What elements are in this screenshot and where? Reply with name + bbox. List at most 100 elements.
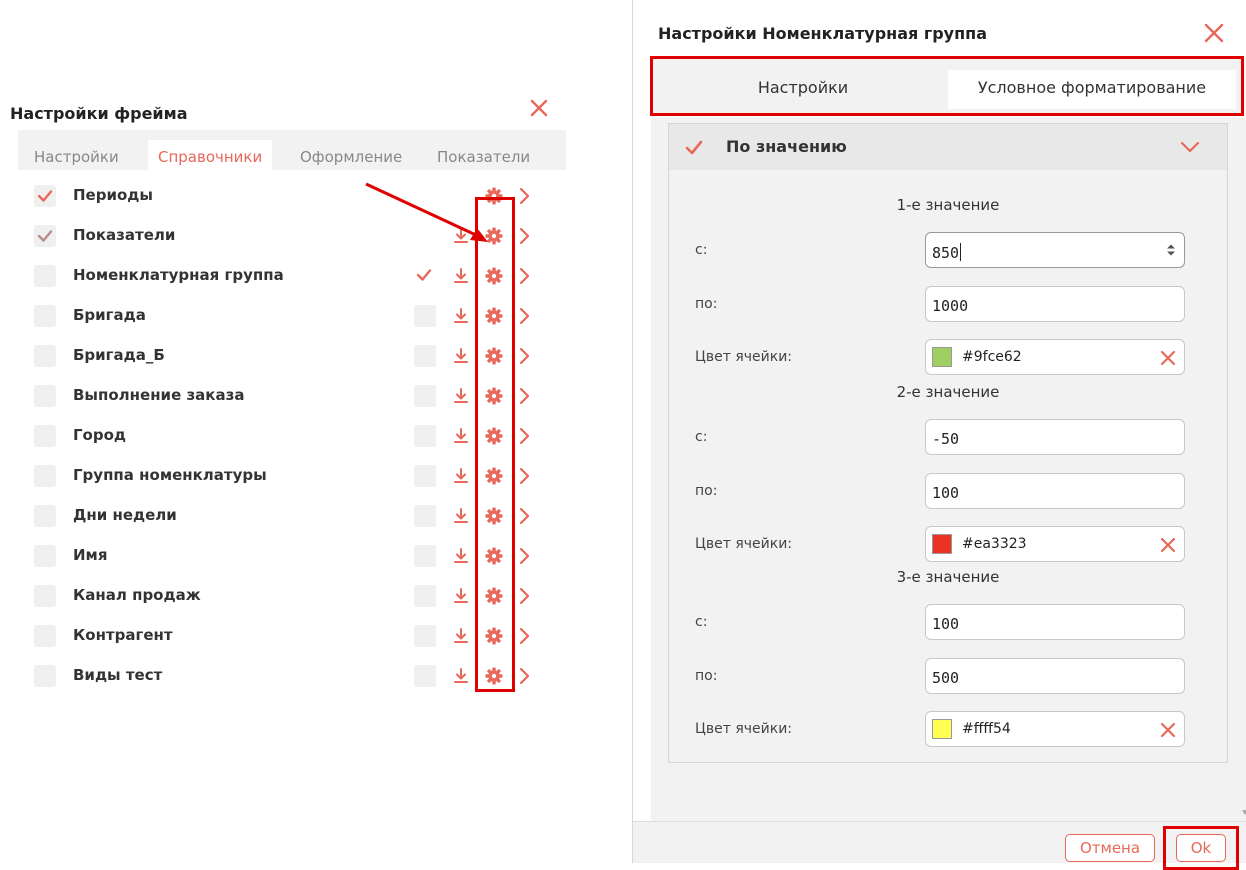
chevron-right-icon[interactable]: [514, 506, 534, 526]
tab-settings[interactable]: Настройки: [658, 70, 948, 109]
chevron-right-icon[interactable]: [514, 306, 534, 326]
list-item-label: Город: [73, 426, 127, 444]
secondary-checkbox[interactable]: [414, 465, 436, 487]
color-label: Цвет ячейки:: [695, 536, 793, 552]
list-item-label: Виды тест: [73, 666, 163, 684]
secondary-checkbox[interactable]: [414, 425, 436, 447]
color-swatch[interactable]: [932, 347, 952, 367]
secondary-checkbox[interactable]: [414, 625, 436, 647]
color-value: #ffff54: [962, 721, 1011, 737]
color-swatch[interactable]: [932, 719, 952, 739]
tab-settings[interactable]: Настройки: [24, 140, 129, 170]
row-checkbox[interactable]: [34, 305, 56, 327]
chevron-right-icon[interactable]: [514, 666, 534, 686]
to-value-input[interactable]: 500: [925, 658, 1185, 694]
secondary-checkbox[interactable]: [414, 265, 436, 287]
from-value-input[interactable]: -50: [925, 419, 1185, 455]
list-item-label: Имя: [73, 546, 108, 564]
tab-indicators[interactable]: Показатели: [427, 140, 540, 170]
panel-header[interactable]: По значению: [669, 124, 1227, 170]
spinner-icon[interactable]: [1164, 242, 1178, 258]
text-caret: [960, 243, 962, 261]
from-value-input[interactable]: 850: [925, 232, 1185, 268]
tab-directories[interactable]: Справочники: [148, 140, 273, 170]
to-label: по:: [695, 483, 718, 499]
row-checkbox[interactable]: [34, 425, 56, 447]
chevron-right-icon[interactable]: [514, 546, 534, 566]
chevron-right-icon[interactable]: [514, 266, 534, 286]
chevron-right-icon[interactable]: [514, 346, 534, 366]
to-value-input[interactable]: 1000: [925, 286, 1185, 322]
secondary-checkbox[interactable]: [414, 505, 436, 527]
row-checkbox[interactable]: [34, 265, 56, 287]
row-checkbox[interactable]: [34, 345, 56, 367]
from-value-input[interactable]: 100: [925, 604, 1185, 640]
secondary-checkbox[interactable]: [414, 665, 436, 687]
secondary-checkbox[interactable]: [414, 585, 436, 607]
from-label: с:: [695, 614, 708, 630]
check-icon[interactable]: [684, 138, 704, 158]
download-icon[interactable]: [451, 666, 471, 686]
secondary-checkbox[interactable]: [414, 305, 436, 327]
clear-icon[interactable]: [1160, 350, 1176, 366]
chevron-right-icon[interactable]: [514, 626, 534, 646]
scroll-down-arrow-icon[interactable]: [1242, 810, 1246, 815]
row-checkbox[interactable]: [34, 185, 56, 207]
chevron-right-icon[interactable]: [514, 586, 534, 606]
download-icon[interactable]: [451, 546, 471, 566]
row-checkbox[interactable]: [34, 225, 56, 247]
tab-conditional-formatting[interactable]: Условное форматирование: [948, 70, 1236, 109]
from-label: с:: [695, 242, 708, 258]
download-icon[interactable]: [451, 626, 471, 646]
color-swatch[interactable]: [932, 534, 952, 554]
row-checkbox[interactable]: [34, 665, 56, 687]
tab-design[interactable]: Оформление: [290, 140, 412, 170]
close-icon[interactable]: [527, 96, 551, 120]
download-icon[interactable]: [451, 266, 471, 286]
download-icon[interactable]: [451, 386, 471, 406]
chevron-down-icon[interactable]: [1179, 138, 1201, 156]
cell-color-field[interactable]: #ea3323: [925, 526, 1185, 562]
list-item-label: Бригада: [73, 306, 146, 324]
clear-icon[interactable]: [1160, 722, 1176, 738]
tab-bar: Настройки Условное форматирование: [650, 56, 1244, 116]
row-checkbox[interactable]: [34, 385, 56, 407]
close-icon[interactable]: [1201, 20, 1227, 46]
row-checkbox[interactable]: [34, 585, 56, 607]
secondary-checkbox[interactable]: [414, 545, 436, 567]
download-icon[interactable]: [451, 426, 471, 446]
row-checkbox[interactable]: [34, 625, 56, 647]
list-item-label: Выполнение заказа: [73, 386, 245, 404]
row-checkbox[interactable]: [34, 505, 56, 527]
ok-button-highlight: [1163, 826, 1239, 870]
download-icon[interactable]: [451, 306, 471, 326]
chevron-right-icon[interactable]: [514, 186, 534, 206]
row-checkbox[interactable]: [34, 545, 56, 567]
to-value-input[interactable]: 100: [925, 473, 1185, 509]
cell-color-field[interactable]: #9fce62: [925, 339, 1185, 375]
chevron-right-icon[interactable]: [514, 226, 534, 246]
list-item-label: Группа номенклатуры: [73, 466, 267, 484]
clear-icon[interactable]: [1160, 537, 1176, 553]
download-icon[interactable]: [451, 466, 471, 486]
cancel-button[interactable]: Отмена: [1065, 834, 1155, 862]
download-icon[interactable]: [451, 586, 471, 606]
group-title: 1-е значение: [896, 196, 1000, 214]
chevron-right-icon[interactable]: [514, 466, 534, 486]
list-item-label: Номенклатурная группа: [73, 266, 284, 284]
annotation-arrow: [365, 182, 488, 242]
nomenclature-group-settings-dialog: Настройки Номенклатурная группа Настройк…: [632, 0, 1246, 870]
tab-bar: Настройки Справочники Оформление Показат…: [18, 130, 566, 170]
row-checkbox[interactable]: [34, 465, 56, 487]
cell-color-field[interactable]: #ffff54: [925, 711, 1185, 747]
chevron-right-icon[interactable]: [514, 426, 534, 446]
list-item-label: Бригада_Б: [73, 346, 165, 364]
chevron-right-icon[interactable]: [514, 386, 534, 406]
input-value: -50: [932, 430, 960, 448]
secondary-checkbox[interactable]: [414, 385, 436, 407]
to-label: по:: [695, 296, 718, 312]
download-icon[interactable]: [451, 346, 471, 366]
download-icon[interactable]: [451, 506, 471, 526]
secondary-checkbox[interactable]: [414, 345, 436, 367]
scrollbar[interactable]: [1241, 118, 1246, 821]
